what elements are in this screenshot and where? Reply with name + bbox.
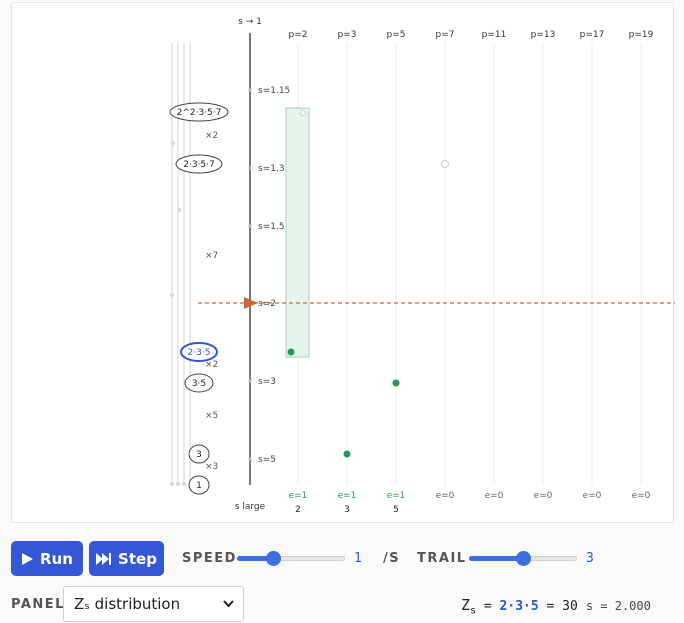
sample-point-ghost (300, 110, 306, 116)
trail-label: TRAIL (417, 551, 467, 566)
visualization-panel: s → 1 s large s=1.15 s=1.3 s=1.5 s=2 s=3 s=5 2^… (11, 2, 675, 523)
sample-points (287, 110, 449, 458)
s-tick-dot (248, 457, 252, 461)
s-axis-bottom-label: s large (235, 502, 266, 512)
play-icon (22, 552, 34, 565)
s-axis-top-label: s → 1 (238, 17, 262, 27)
prime-header: p=5 (387, 30, 406, 40)
s-tick-label: s=3 (258, 377, 276, 387)
sample-point-p5 (392, 379, 400, 387)
prime-header: p=13 (531, 30, 556, 40)
trail-dot (175, 481, 181, 487)
multiplier-label: ×5 (205, 411, 218, 421)
prime-header: p=7 (436, 30, 455, 40)
panel-select[interactable]: Zₛ distribution (63, 586, 244, 622)
tree-node-label: 1 (196, 481, 202, 491)
s-tick-label: s=2 (258, 299, 276, 309)
tree-node-label: 2·3·5·7 (183, 160, 215, 170)
prime-header: p=19 (629, 30, 654, 40)
controls-bar: Run Step SPEED 1 /S TRAIL 3 (11, 541, 674, 577)
trail-dot (170, 140, 176, 146)
multiplier-label: ×7 (205, 251, 218, 261)
speed-label: SPEED (182, 551, 237, 566)
s-tick-label: s=1.5 (258, 222, 285, 232)
s-readout: s = 2.000 (585, 599, 651, 613)
prime-grid (285, 43, 642, 485)
step-forward-icon (96, 552, 112, 565)
step-label: Step (118, 549, 157, 568)
multiplier-label: ×2 (205, 131, 218, 141)
speed-slider-thumb[interactable] (265, 551, 281, 566)
prime-header: p=2 (289, 30, 308, 40)
speed-unit: /S (383, 551, 401, 566)
sample-point-p3 (343, 450, 351, 458)
prime-header: p=17 (580, 30, 605, 40)
sample-point-p7-ghost (441, 160, 449, 168)
s-tick-dot (248, 88, 252, 92)
multiplier-label: ×3 (205, 462, 218, 472)
trail-dot (169, 481, 175, 487)
trail-slider[interactable] (469, 551, 577, 566)
run-label: Run (40, 549, 73, 568)
run-button[interactable]: Run (11, 541, 83, 576)
exponent-label: e=0 (583, 491, 602, 501)
panel-select-value: Zₛ distribution (74, 595, 181, 613)
step-button[interactable]: Step (89, 541, 164, 576)
s-tick-dot (248, 379, 252, 383)
speed-value: 1 (354, 551, 362, 566)
column-labels: p=2 e=1 2 p=3 e=1 3 p=5 e=1 5 p=7 e=0 p=11 e=0 p=13 e=… (289, 30, 654, 515)
prime-value-label: 3 (344, 505, 350, 515)
exponent-label: e=1 (387, 491, 406, 501)
sample-point-p2 (287, 348, 295, 356)
prime-header: p=11 (482, 30, 507, 40)
prime-header: p=3 (338, 30, 357, 40)
exponent-label: e=1 (338, 491, 357, 501)
trail-dot (176, 207, 182, 213)
prime-value-label: 2 (295, 505, 301, 515)
tree-node-label: 2·3·5 (188, 348, 211, 358)
exponent-label: e=0 (485, 491, 504, 501)
exponent-label: e=1 (289, 491, 308, 501)
zs-symbol: Z (461, 596, 471, 614)
s-tick-dot (248, 166, 252, 170)
trail-dot (169, 292, 175, 298)
multiplier-label: ×2 (205, 360, 218, 370)
tree-node-label: 3 (196, 450, 202, 460)
s-axis: s → 1 s large s=1.15 s=1.3 s=1.5 s=2 s=3 s=5 (198, 17, 675, 512)
factor-tree: 2^2·3·5·7 2·3·5·7 2·3·5 3·5 3 1 ×2 ×7 ×2 ×5 ×3 (169, 43, 229, 495)
zs-readout: Zs = 2·3·5 = 30 s = 2.000 (461, 596, 651, 617)
exponent-label: e=0 (632, 491, 651, 501)
footer-bar: PANEL Zₛ distribution Zs = 2·3·5 = 30 s =… (11, 586, 674, 622)
s-tick-dot (248, 224, 252, 228)
p2-highlight-band (285, 107, 310, 358)
tree-node-label: 3·5 (192, 379, 206, 389)
zs-result: = 30 (538, 599, 578, 614)
s-tick-label: s=5 (258, 455, 276, 465)
zeta-sampler-diagram: s → 1 s large s=1.15 s=1.3 s=1.5 s=2 s=3 s=5 2^… (169, 17, 675, 515)
trail-slider-thumb[interactable] (516, 551, 531, 566)
zs-factors: 2·3·5 (499, 599, 539, 614)
trail-dot (181, 481, 187, 487)
exponent-label: e=0 (436, 491, 455, 501)
prime-value-label: 5 (393, 505, 399, 515)
trail-value: 3 (586, 551, 594, 566)
exponent-label: e=0 (534, 491, 553, 501)
s-tick-label: s=1.3 (258, 164, 285, 174)
panel-label: PANEL (11, 597, 65, 612)
s-tick-label: s=1.15 (258, 86, 290, 96)
chevron-down-icon (223, 600, 234, 608)
tree-node-label: 2^2·3·5·7 (177, 108, 222, 118)
speed-slider[interactable] (237, 551, 345, 566)
zs-equals: = (476, 599, 500, 614)
